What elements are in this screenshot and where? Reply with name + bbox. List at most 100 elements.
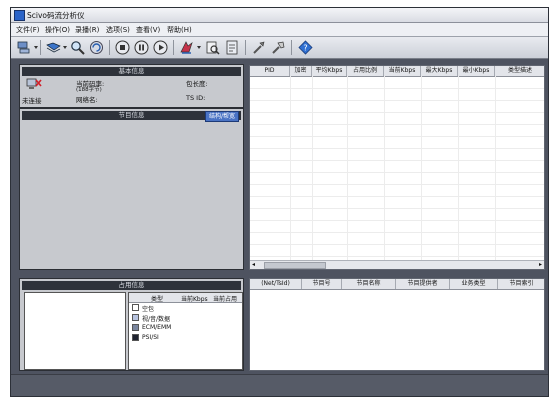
program-info-panel: 节目信息 结构/帮宽: [19, 108, 244, 270]
column-header[interactable]: PID: [250, 66, 290, 76]
grid-line: [250, 232, 544, 233]
structure-bandwidth-button[interactable]: 结构/帮宽: [204, 111, 239, 122]
grid-line: [250, 220, 544, 221]
legend-label: 空包: [142, 306, 155, 313]
column-header[interactable]: 类型: [151, 294, 163, 303]
stop-icon[interactable]: [115, 40, 130, 55]
toolbar-separator: [40, 40, 41, 55]
open-stream-icon[interactable]: [46, 40, 61, 55]
refresh-icon[interactable]: [89, 40, 104, 55]
play-icon[interactable]: [153, 40, 168, 55]
service-table: (Net/TsId) 节目号 节目名称 节目提供者 业务类型 节目索引: [249, 278, 545, 371]
connection-status: 未连接: [22, 97, 42, 105]
legend-row: PSI/SI: [129, 333, 242, 342]
pid-table-header: PID 加密 平均Kbps 占用比例 当前Kbps 最大Kbps 最小Kbps …: [250, 66, 544, 77]
menu-bar: 文件(F) 操作(O) 录播(R) 选项(S) 查看(V) 帮助(H): [11, 23, 548, 37]
help-icon[interactable]: ?: [298, 40, 313, 55]
grid-line: [250, 256, 544, 257]
app-icon: [14, 10, 25, 21]
network-name-label: 网络名:: [76, 96, 98, 104]
toolbar-separator: [173, 40, 174, 55]
menu-help[interactable]: 帮助(H): [167, 25, 192, 35]
tools-icon[interactable]: [271, 40, 286, 55]
column-header[interactable]: 占用比例: [347, 66, 384, 76]
basic-info-header: 基本信息: [22, 67, 241, 76]
column-header[interactable]: 加密: [290, 66, 312, 76]
basic-info-panel: 基本信息 未连接 当前码率: (188字节) 网络名: 包长度: TS ID:: [19, 64, 244, 108]
status-bar: [11, 374, 548, 396]
disconnected-icon: [26, 78, 42, 89]
toolbar-separator: [109, 40, 110, 55]
search-icon[interactable]: [70, 40, 85, 55]
grid-line: [250, 196, 544, 197]
scrollbar-thumb[interactable]: [264, 262, 326, 269]
color-swatch: [132, 304, 139, 311]
grid-line: [250, 136, 544, 137]
toolbar-separator: [291, 40, 292, 55]
connect-icon[interactable]: [17, 40, 32, 55]
menu-view[interactable]: 查看(V): [136, 25, 160, 35]
rate-note: (188字节): [76, 87, 102, 93]
grid-line: [250, 208, 544, 209]
toolbar: ?: [11, 37, 548, 59]
settings-icon[interactable]: [251, 40, 266, 55]
grid-line: [250, 160, 544, 161]
column-header[interactable]: 节目名称: [342, 279, 396, 289]
service-table-header: (Net/TsId) 节目号 节目名称 节目提供者 业务类型 节目索引: [250, 279, 544, 290]
scroll-left-icon[interactable]: ◂: [252, 261, 255, 269]
report-icon[interactable]: [225, 40, 240, 55]
legend-label: PSI/SI: [142, 334, 159, 341]
grid-line: [250, 112, 544, 113]
grid-line: [250, 148, 544, 149]
chevron-down-icon[interactable]: [197, 46, 201, 49]
column-header[interactable]: 业务类型: [450, 279, 498, 289]
pie-chart-area: [24, 292, 126, 370]
column-header[interactable]: 节目提供者: [396, 279, 450, 289]
grid-line: [250, 172, 544, 173]
column-header[interactable]: 节目索引: [498, 279, 544, 289]
color-swatch: [132, 314, 139, 321]
pause-icon[interactable]: [134, 40, 149, 55]
color-swatch: [132, 324, 139, 331]
menu-record[interactable]: 录播(R): [75, 25, 99, 35]
pid-table: PID 加密 平均Kbps 占用比例 当前Kbps 最大Kbps 最小Kbps …: [249, 65, 545, 270]
toolbar-separator: [245, 40, 246, 55]
menu-file[interactable]: 文件(F): [16, 25, 40, 35]
column-header[interactable]: 平均Kbps: [312, 66, 347, 76]
column-header[interactable]: 最大Kbps: [421, 66, 458, 76]
legend-table-header: 类型 当前Kbps 当前占用: [129, 293, 242, 303]
column-header[interactable]: 当前Kbps: [384, 66, 421, 76]
legend-row: 空包: [129, 303, 242, 313]
chevron-down-icon[interactable]: [63, 46, 67, 49]
ts-id-label: TS ID:: [186, 94, 206, 102]
scroll-right-icon[interactable]: ▸: [539, 261, 542, 269]
chevron-down-icon[interactable]: [34, 46, 38, 49]
legend-row: 视/音/数据: [129, 313, 242, 323]
column-header[interactable]: 类型描述: [495, 66, 544, 76]
record-icon[interactable]: [179, 40, 194, 55]
column-header[interactable]: 节目号: [302, 279, 342, 289]
legend-label: 视/音/数据: [142, 316, 171, 323]
title-bar: Scivo码流分析仪: [11, 8, 548, 23]
bandwidth-panel: 占用信息 类型 当前Kbps 当前占用 空包 视/音/数据 ECM/EMM PS…: [19, 278, 244, 371]
svg-text:?: ?: [303, 43, 307, 52]
bandwidth-header: 占用信息: [22, 281, 241, 290]
window-title: Scivo码流分析仪: [27, 11, 85, 20]
grid-line: [250, 124, 544, 125]
menu-operate[interactable]: 操作(O): [45, 25, 70, 35]
legend-row: ECM/EMM: [129, 323, 242, 332]
packet-length-label: 包长度:: [186, 80, 208, 88]
color-swatch: [132, 334, 139, 341]
column-header[interactable]: 最小Kbps: [458, 66, 495, 76]
main-window: Scivo码流分析仪 文件(F) 操作(O) 录播(R) 选项(S) 查看(V)…: [10, 7, 549, 397]
menu-options[interactable]: 选项(S): [106, 25, 130, 35]
column-header[interactable]: 当前占用: [213, 294, 237, 303]
legend-label: ECM/EMM: [142, 324, 172, 331]
grid-line: [250, 100, 544, 101]
horizontal-scrollbar[interactable]: ◂ ▸: [250, 260, 544, 269]
analyze-icon[interactable]: [205, 40, 220, 55]
bandwidth-legend-table: 类型 当前Kbps 当前占用 空包 视/音/数据 ECM/EMM PSI/SI: [128, 292, 243, 370]
grid-line: [250, 244, 544, 245]
column-header[interactable]: 当前Kbps: [181, 294, 208, 303]
column-header[interactable]: (Net/TsId): [250, 279, 302, 289]
